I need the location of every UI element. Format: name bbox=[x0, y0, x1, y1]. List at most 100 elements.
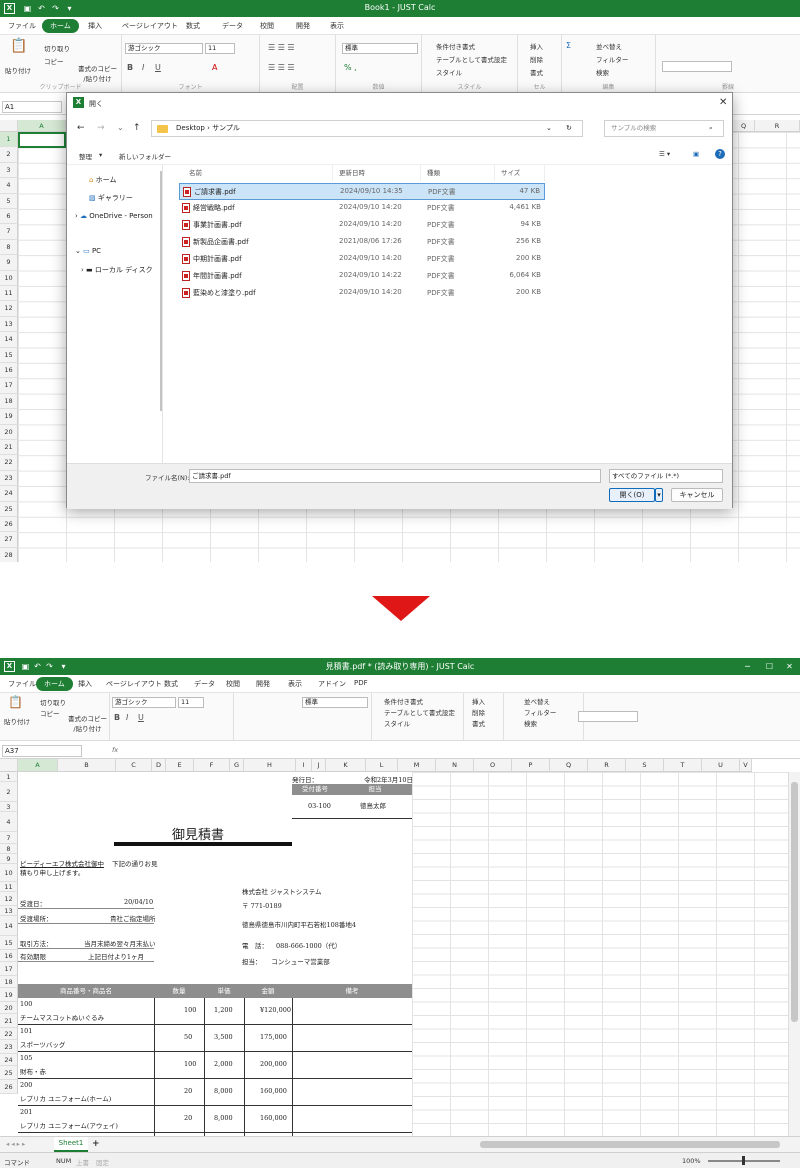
style-button[interactable]: スタイル bbox=[436, 67, 462, 77]
nav-pc[interactable]: ⌄ ▭ PC bbox=[75, 247, 101, 255]
row-header-19[interactable]: 19 bbox=[0, 409, 18, 425]
header-date[interactable]: 更新日時 bbox=[333, 165, 421, 181]
copy-button[interactable]: コピー bbox=[44, 56, 64, 66]
row-header-3[interactable]: 3 bbox=[0, 802, 18, 812]
menu-view[interactable]: 表示 bbox=[330, 21, 344, 31]
corner-cell[interactable] bbox=[0, 759, 18, 772]
filename-input[interactable]: ご請求書.pdf bbox=[189, 469, 601, 483]
column-header-c[interactable]: C bbox=[116, 759, 152, 772]
zoom-thumb[interactable] bbox=[742, 1156, 745, 1165]
border-style-select[interactable] bbox=[662, 61, 732, 72]
row-header-9[interactable]: 9 bbox=[0, 255, 18, 271]
column-header-o[interactable]: O bbox=[474, 759, 512, 772]
row-header-1[interactable]: 1 bbox=[0, 772, 18, 782]
column-header-m[interactable]: M bbox=[398, 759, 436, 772]
row-header-7[interactable]: 7 bbox=[0, 832, 18, 844]
up-icon[interactable]: ↑ bbox=[133, 123, 141, 133]
cond-format-button[interactable]: 条件付き書式 bbox=[436, 41, 475, 51]
row-header-14[interactable]: 14 bbox=[0, 332, 18, 348]
menu-home[interactable]: ホーム bbox=[42, 19, 79, 33]
find-button[interactable]: 検索 bbox=[524, 718, 537, 728]
path-sample[interactable]: サンプル bbox=[212, 124, 240, 132]
file-row[interactable]: ご請求書.pdf 2024/09/10 14:35 PDF文書 47 KB bbox=[179, 183, 545, 200]
table-format-button[interactable]: テーブルとして書式設定 bbox=[436, 54, 507, 64]
menu-formulas[interactable]: 数式 bbox=[164, 679, 178, 689]
row-header-5[interactable]: 5 bbox=[0, 193, 18, 209]
row-header-19[interactable]: 19 bbox=[0, 988, 18, 1002]
row-header-15[interactable]: 15 bbox=[0, 936, 18, 950]
name-box[interactable]: A37 bbox=[2, 745, 82, 757]
sheet-tab[interactable]: Sheet1 bbox=[54, 1137, 88, 1152]
nav-scrollbar[interactable] bbox=[160, 171, 162, 411]
forward-icon[interactable]: → bbox=[97, 123, 105, 133]
sort-button[interactable]: 並べ替え bbox=[524, 696, 550, 706]
style-button[interactable]: スタイル bbox=[384, 718, 410, 728]
cut-button[interactable]: 切り取り bbox=[40, 697, 66, 707]
cancel-button[interactable]: キャンセル bbox=[671, 488, 723, 502]
copy-button[interactable]: コピー bbox=[40, 708, 60, 718]
file-row[interactable]: 中期計画書.pdf 2024/09/10 14:20 PDF文書 200 KB bbox=[179, 251, 545, 268]
row-header-2[interactable]: 2 bbox=[0, 782, 18, 802]
back-icon[interactable]: ← bbox=[77, 123, 85, 133]
number-format-select[interactable]: 標準 bbox=[302, 697, 368, 708]
nav-local-disk[interactable]: › ▬ ローカル ディスク bbox=[81, 265, 153, 275]
menu-file[interactable]: ファイル bbox=[8, 679, 36, 689]
close-icon[interactable]: ✕ bbox=[784, 661, 795, 672]
file-row[interactable]: 藍染めと漆塗り.pdf 2024/09/10 14:20 PDF文書 200 KB bbox=[179, 285, 545, 302]
column-header-a[interactable]: A bbox=[18, 759, 58, 772]
row-header-20[interactable]: 20 bbox=[0, 424, 18, 440]
cut-button[interactable]: 切り取り bbox=[44, 43, 70, 53]
menu-page-layout[interactable]: ページレイアウト bbox=[122, 21, 178, 31]
header-name[interactable]: 名前 bbox=[183, 165, 333, 181]
file-row[interactable]: 経営戦略.pdf 2024/09/10 14:20 PDF文書 4,461 KB bbox=[179, 200, 545, 217]
menu-data[interactable]: データ bbox=[222, 21, 243, 31]
paste-icon[interactable]: 📋 bbox=[10, 39, 27, 53]
cond-format-button[interactable]: 条件付き書式 bbox=[384, 696, 423, 706]
menu-review[interactable]: 校閲 bbox=[260, 21, 274, 31]
horizontal-scrollbar[interactable] bbox=[480, 1141, 780, 1148]
name-box[interactable]: A1 bbox=[2, 101, 62, 113]
row-header-16[interactable]: 16 bbox=[0, 363, 18, 379]
format-painter-button[interactable]: 書式のコピー /貼り付け bbox=[68, 713, 107, 733]
menu-formulas[interactable]: 数式 bbox=[186, 21, 200, 31]
scroll-thumb[interactable] bbox=[791, 782, 798, 1022]
row-header-3[interactable]: 3 bbox=[0, 162, 18, 179]
row-header-8[interactable]: 8 bbox=[0, 844, 18, 854]
filter-button[interactable]: フィルター bbox=[524, 707, 556, 717]
menu-home[interactable]: ホーム bbox=[36, 677, 73, 691]
column-header-h[interactable]: H bbox=[244, 759, 296, 772]
row-header-1[interactable]: 1 bbox=[0, 132, 18, 148]
close-icon[interactable]: ✕ bbox=[719, 97, 727, 108]
border-style-select[interactable] bbox=[578, 711, 638, 722]
italic-icon[interactable]: I bbox=[142, 63, 144, 73]
menu-developer[interactable]: 開発 bbox=[296, 21, 310, 31]
corner-cell[interactable] bbox=[0, 120, 18, 132]
column-header-p[interactable]: P bbox=[512, 759, 550, 772]
nav-onedrive[interactable]: › ☁ OneDrive - Person bbox=[75, 212, 153, 220]
menu-insert[interactable]: 挿入 bbox=[78, 679, 92, 689]
row-header-12[interactable]: 12 bbox=[0, 892, 18, 906]
row-header-9[interactable]: 9 bbox=[0, 854, 18, 864]
bold-icon[interactable]: B bbox=[114, 713, 120, 723]
row-header-26[interactable]: 26 bbox=[0, 1080, 18, 1094]
menu-insert[interactable]: 挿入 bbox=[88, 21, 102, 31]
row-header-14[interactable]: 14 bbox=[0, 916, 18, 936]
active-cell-a1[interactable] bbox=[18, 132, 66, 148]
format-button[interactable]: 書式 bbox=[472, 718, 485, 728]
row-header-7[interactable]: 7 bbox=[0, 224, 18, 240]
format-painter-button[interactable]: 書式のコピー /貼り付け bbox=[78, 63, 117, 83]
format-button[interactable]: 書式 bbox=[530, 67, 543, 77]
font-size-select[interactable]: 11 bbox=[178, 697, 204, 708]
paste-icon[interactable]: 📋 bbox=[8, 696, 23, 708]
insert-button[interactable]: 挿入 bbox=[472, 696, 485, 706]
align-icon[interactable]: ☰ ☰ ☰ bbox=[268, 43, 295, 53]
column-header-a[interactable]: A bbox=[18, 120, 66, 132]
header-size[interactable]: サイズ bbox=[495, 165, 545, 181]
refresh-icon[interactable]: ↻ bbox=[566, 121, 572, 136]
row-header-16[interactable]: 16 bbox=[0, 950, 18, 962]
sort-button[interactable]: 並べ替え bbox=[596, 41, 622, 51]
recent-icon[interactable]: ⌄ bbox=[117, 123, 124, 132]
delete-button[interactable]: 削除 bbox=[530, 54, 543, 64]
row-header-25[interactable]: 25 bbox=[0, 1066, 18, 1080]
delete-button[interactable]: 削除 bbox=[472, 707, 485, 717]
